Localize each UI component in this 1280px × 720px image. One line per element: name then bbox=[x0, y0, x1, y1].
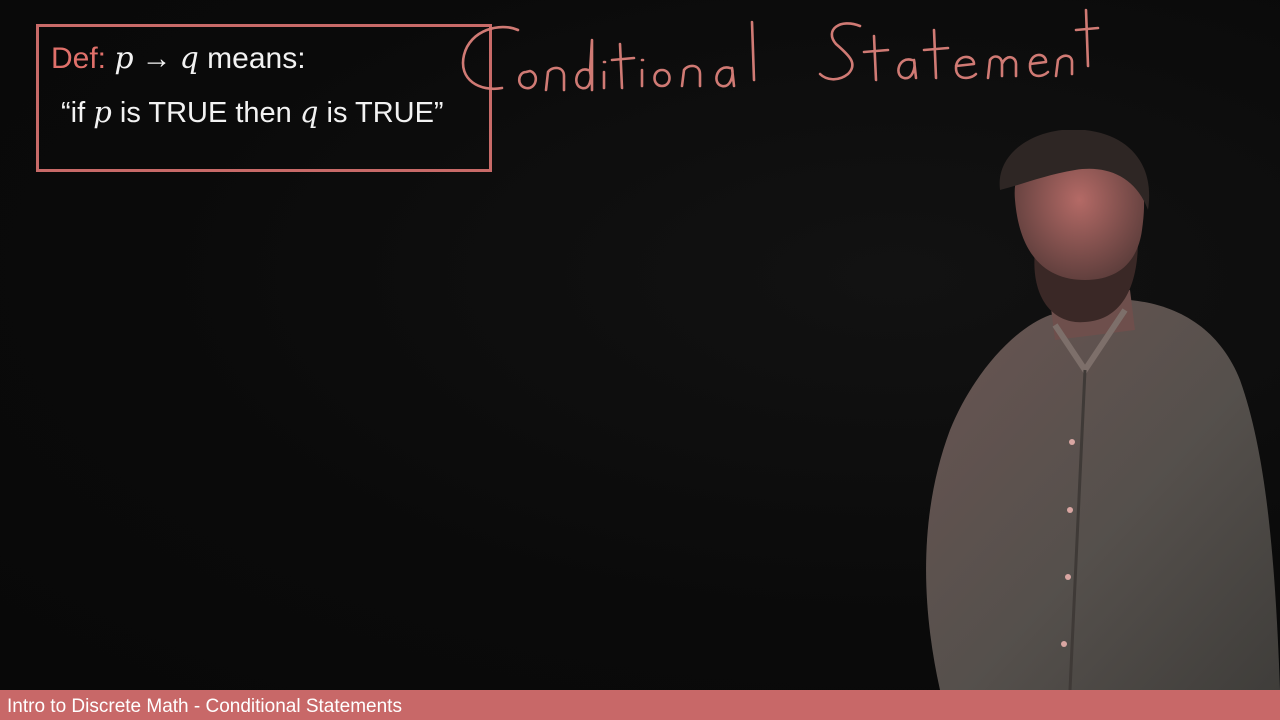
video-title: Intro to Discrete Math - Conditional Sta… bbox=[7, 696, 402, 717]
if-text: “if bbox=[61, 97, 86, 129]
definition-line-1: Def: p → q means: bbox=[51, 41, 306, 76]
definition-line-2: “if p is TRUE then q is TRUE” bbox=[61, 95, 444, 130]
lecture-board: Def: p → q means: “if p is TRUE then q is … bbox=[0, 0, 1280, 690]
variable-q: q bbox=[179, 41, 199, 76]
variable-p: p bbox=[114, 41, 134, 76]
presenter-image bbox=[926, 130, 1280, 690]
means-text: means: bbox=[207, 42, 306, 75]
is-true-then-text: is TRUE then bbox=[119, 97, 292, 129]
definition-box: Def: p → q means: “if p is TRUE then q is … bbox=[36, 24, 492, 172]
handwritten-title bbox=[461, 8, 1100, 92]
definition-label: Def: bbox=[51, 42, 107, 75]
variable-q-2: q bbox=[299, 95, 319, 129]
implies-arrow: → bbox=[141, 42, 172, 75]
is-true-end-text: is TRUE” bbox=[326, 97, 444, 129]
variable-p-2: p bbox=[93, 95, 112, 129]
footer-bar: Intro to Discrete Math - Conditional Sta… bbox=[0, 690, 1280, 720]
